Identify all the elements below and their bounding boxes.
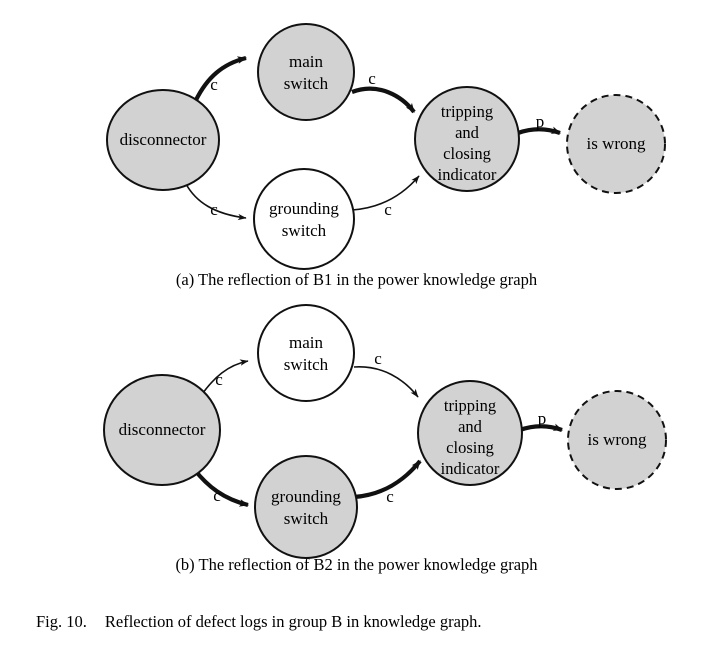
- edge-label-c: c: [374, 349, 382, 368]
- node-label-indicator-line2: and: [455, 123, 480, 142]
- figure-caption-text: Reflection of defect logs in group B in …: [104, 612, 482, 631]
- node-label-main-switch-line1: main: [289, 333, 323, 352]
- edge-indicator-is-wrong-a: p: [517, 112, 562, 135]
- edge-label-c: c: [384, 200, 392, 219]
- edge-label-c: c: [386, 487, 394, 506]
- edge-label-c: c: [215, 370, 223, 389]
- node-label-grounding-switch-line2: switch: [284, 509, 329, 528]
- node-disconnector-a[interactable]: disconnector: [106, 89, 220, 191]
- node-label-disconnector: disconnector: [119, 420, 206, 439]
- edge-label-c: c: [210, 200, 218, 219]
- edge-grounding-switch-indicator-b: c: [353, 459, 422, 506]
- node-is-wrong-b[interactable]: is wrong: [567, 390, 667, 490]
- knowledge-graph-b: c c c c p disconnector main switch groun…: [103, 304, 667, 559]
- node-grounding-switch-b[interactable]: grounding switch: [254, 455, 358, 559]
- node-label-is-wrong: is wrong: [586, 134, 646, 153]
- node-label-indicator-line1: tripping: [444, 396, 496, 415]
- edge-grounding-switch-indicator-a: c: [351, 175, 420, 219]
- node-disconnector-b[interactable]: disconnector: [103, 374, 221, 486]
- node-label-indicator-line3: closing: [446, 438, 494, 457]
- node-is-wrong-a[interactable]: is wrong: [566, 94, 666, 194]
- node-main-switch-b[interactable]: main switch: [257, 304, 355, 402]
- panel-caption-b: (b) The reflection of B2 in the power kn…: [175, 555, 538, 574]
- node-label-grounding-switch-line1: grounding: [269, 199, 339, 218]
- edge-label-c: c: [210, 75, 218, 94]
- diagram-panel-b: c c c c p disconnector main switch groun…: [0, 285, 713, 585]
- node-label-main-switch-line2: switch: [284, 355, 329, 374]
- node-label-indicator-line4: indicator: [441, 459, 500, 478]
- node-main-switch-a[interactable]: main switch: [257, 23, 355, 121]
- node-label-indicator-line4: indicator: [438, 165, 497, 184]
- figure-root: c c c c p disconnector main switch groun…: [0, 0, 713, 655]
- edge-indicator-is-wrong-b: p: [519, 409, 564, 432]
- edge-label-p: p: [536, 112, 545, 131]
- node-label-grounding-switch-line1: grounding: [271, 487, 341, 506]
- edge-disconnector-main-switch-a: c: [194, 55, 248, 101]
- edge-label-c: c: [368, 69, 376, 88]
- edge-main-switch-indicator-a: c: [351, 69, 416, 114]
- figure-caption: Fig. 10. Reflection of defect logs in gro…: [36, 612, 676, 632]
- knowledge-graph-a: c c c c p disconnector main switch groun…: [106, 23, 666, 270]
- node-label-indicator-line3: closing: [443, 144, 491, 163]
- node-label-indicator-line1: tripping: [441, 102, 493, 121]
- edge-label-p: p: [538, 409, 547, 428]
- edge-disconnector-grounding-switch-a: c: [185, 183, 247, 221]
- node-label-main-switch-line2: switch: [284, 74, 329, 93]
- node-grounding-switch-a[interactable]: grounding switch: [253, 168, 355, 270]
- edge-disconnector-grounding-switch-b: c: [192, 467, 250, 508]
- diagram-panel-a: c c c c p disconnector main switch groun…: [0, 0, 713, 300]
- edge-label-c: c: [213, 486, 221, 505]
- edge-disconnector-main-switch-b: c: [199, 359, 249, 398]
- node-indicator-a[interactable]: tripping and closing indicator: [414, 86, 520, 192]
- node-label-is-wrong: is wrong: [587, 430, 647, 449]
- edge-main-switch-indicator-b: c: [353, 349, 419, 398]
- node-label-disconnector: disconnector: [120, 130, 207, 149]
- node-label-main-switch-line1: main: [289, 52, 323, 71]
- node-label-grounding-switch-line2: switch: [282, 221, 327, 240]
- node-indicator-b[interactable]: tripping and closing indicator: [417, 380, 523, 486]
- figure-number: Fig. 10.: [36, 612, 87, 631]
- node-label-indicator-line2: and: [458, 417, 483, 436]
